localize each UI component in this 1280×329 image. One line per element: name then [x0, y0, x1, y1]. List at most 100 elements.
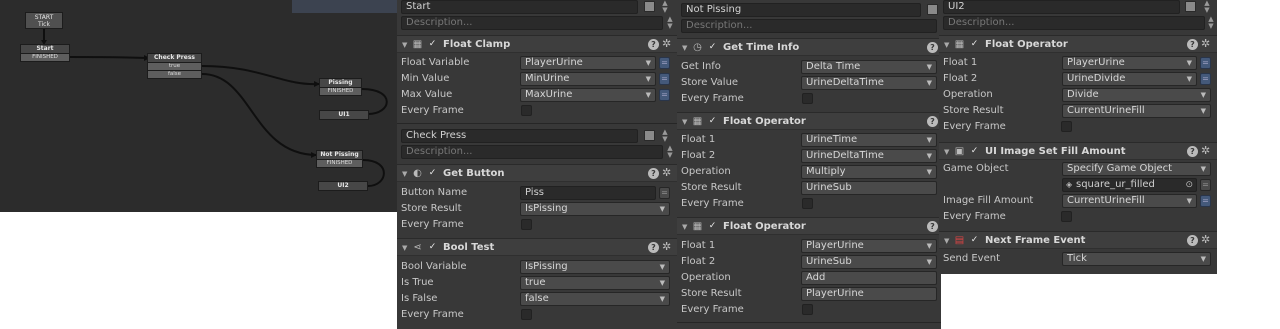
gear-icon[interactable]: ✲ — [1201, 233, 1210, 247]
min-value-dropdown[interactable]: MinUrine ▼ — [520, 72, 656, 86]
variable-toggle-button[interactable]: = — [1200, 195, 1211, 207]
store-result-dropdown[interactable]: UrineSub — [801, 181, 937, 195]
collapse-arrow-icon[interactable]: ▼ — [402, 244, 407, 252]
every-frame-checkbox[interactable] — [802, 304, 813, 315]
every-frame-checkbox[interactable] — [1061, 121, 1072, 132]
is-true-dropdown[interactable]: true ▼ — [520, 276, 670, 290]
variable-toggle-button[interactable]: = — [659, 187, 670, 199]
game-object-field[interactable]: ◈ square_ur_filled ⊙ — [1062, 178, 1197, 192]
action-header-get-time-info[interactable]: ▼ ◷ ✓ Get Time Info ? — [677, 38, 941, 56]
help-icon[interactable]: ? — [927, 116, 938, 127]
state-description-field[interactable]: Description... — [401, 145, 663, 159]
action-header-bool-test[interactable]: ▼ ⋖ ✓ Bool Test ? ✲ — [397, 238, 677, 256]
store-result-dropdown[interactable]: PlayerUrine — [801, 287, 937, 301]
collapse-arrow-icon[interactable]: ▼ — [944, 237, 949, 245]
collapse-arrow-icon[interactable]: ▼ — [682, 44, 687, 52]
variable-toggle-button[interactable]: = — [659, 73, 670, 85]
state-description-field[interactable]: Description... — [401, 16, 663, 30]
action-enabled-checkbox[interactable]: ✓ — [707, 116, 718, 127]
state-name-field[interactable]: Check Press — [401, 129, 638, 143]
state-name-field[interactable]: UI2 — [943, 0, 1180, 14]
variable-toggle-button[interactable]: = — [1200, 73, 1211, 85]
is-false-dropdown[interactable]: false ▼ — [520, 292, 670, 306]
every-frame-checkbox[interactable] — [521, 105, 532, 116]
action-enabled-checkbox[interactable]: ✓ — [427, 168, 438, 179]
state-order-arrows[interactable]: ▲ ▼ — [661, 0, 669, 14]
action-enabled-checkbox[interactable]: ✓ — [969, 39, 980, 50]
action-header-ui-image-set-fill-amount[interactable]: ▼ ▣ ✓ UI Image Set Fill Amount ? ✲ — [939, 142, 1217, 160]
state-event[interactable]: FINISHED — [319, 88, 362, 96]
description-scroll-arrows[interactable]: ▲ ▼ — [666, 16, 674, 30]
float-variable-dropdown[interactable]: PlayerUrine ▼ — [520, 56, 656, 70]
state-name-field[interactable]: Start — [401, 0, 638, 14]
store-result-dropdown[interactable]: CurrentUrineFill ▼ — [1062, 104, 1211, 118]
collapse-arrow-icon[interactable]: ▼ — [682, 223, 687, 231]
collapse-arrow-icon[interactable]: ▼ — [682, 118, 687, 126]
action-header-float-operator[interactable]: ▼ ▦ ✓ Float Operator ? — [677, 217, 941, 235]
help-icon[interactable]: ? — [1187, 235, 1198, 246]
action-enabled-checkbox[interactable]: ✓ — [427, 242, 438, 253]
object-picker-icon[interactable]: ⊙ — [1185, 179, 1193, 191]
action-enabled-checkbox[interactable]: ✓ — [969, 146, 980, 157]
gear-icon[interactable]: ✲ — [662, 166, 671, 180]
variable-toggle-button[interactable]: = — [1200, 179, 1211, 191]
state-event[interactable]: FINISHED — [20, 54, 70, 62]
image-fill-amount-dropdown[interactable]: CurrentUrineFill ▼ — [1062, 194, 1197, 208]
help-icon[interactable]: ? — [927, 42, 938, 53]
send-event-dropdown[interactable]: Tick ▼ — [1062, 252, 1211, 266]
action-enabled-checkbox[interactable]: ✓ — [969, 235, 980, 246]
float-2-dropdown[interactable]: UrineSub ▼ — [801, 255, 937, 269]
collapse-arrow-icon[interactable]: ▼ — [944, 41, 949, 49]
help-icon[interactable]: ? — [1187, 146, 1198, 157]
action-enabled-checkbox[interactable]: ✓ — [427, 39, 438, 50]
state-color-swatch[interactable] — [927, 4, 938, 15]
state-color-swatch[interactable] — [644, 1, 655, 12]
variable-toggle-button[interactable]: = — [659, 57, 670, 69]
gear-icon[interactable]: ✲ — [1201, 144, 1210, 158]
help-icon[interactable]: ? — [648, 242, 659, 253]
operation-dropdown[interactable]: Add — [801, 271, 937, 285]
gear-icon[interactable]: ✲ — [662, 240, 671, 254]
action-header-next-frame-event[interactable]: ▼ ▤ ✓ Next Frame Event ? ✲ — [939, 231, 1217, 249]
collapse-arrow-icon[interactable]: ▼ — [402, 41, 407, 49]
description-scroll-arrows[interactable]: ▲ ▼ — [666, 145, 674, 159]
state-node-not-pissing[interactable]: Not Pissing FINISHED — [316, 150, 363, 168]
state-description-field[interactable]: Description... — [681, 19, 937, 33]
get-info-dropdown[interactable]: Delta Time ▼ — [801, 60, 937, 74]
store-value-dropdown[interactable]: UrineDeltaTime ▼ — [801, 76, 937, 90]
game-object-dropdown[interactable]: Specify Game Object ▼ — [1062, 162, 1211, 176]
state-description-field[interactable]: Description... — [943, 16, 1205, 30]
state-event[interactable]: FINISHED — [316, 160, 363, 168]
state-event[interactable]: true — [147, 63, 202, 71]
state-node-ui2[interactable]: UI2 — [318, 181, 368, 191]
action-enabled-checkbox[interactable]: ✓ — [707, 42, 718, 53]
variable-toggle-button[interactable]: = — [1200, 57, 1211, 69]
max-value-dropdown[interactable]: MaxUrine ▼ — [520, 88, 656, 102]
gear-icon[interactable]: ✲ — [662, 37, 671, 51]
action-header-float-clamp[interactable]: ▼ ▦ ✓ Float Clamp ? ✲ — [397, 35, 677, 53]
gear-icon[interactable]: ✲ — [1201, 37, 1210, 51]
operation-dropdown[interactable]: Divide ▼ — [1062, 88, 1211, 102]
every-frame-checkbox[interactable] — [521, 309, 532, 320]
state-order-arrows[interactable]: ▲ ▼ — [1203, 0, 1211, 14]
help-icon[interactable]: ? — [1187, 39, 1198, 50]
collapse-arrow-icon[interactable]: ▼ — [944, 148, 949, 156]
state-node-ui1[interactable]: UI1 — [319, 110, 369, 120]
state-color-swatch[interactable] — [644, 130, 655, 141]
state-node-check-press[interactable]: Check Press true false — [147, 53, 202, 79]
variable-toggle-button[interactable]: = — [659, 89, 670, 101]
help-icon[interactable]: ? — [927, 221, 938, 232]
fsm-graph-canvas[interactable]: START Tick Start FINISHED Check Press tr… — [0, 0, 397, 212]
help-icon[interactable]: ? — [648, 168, 659, 179]
collapse-arrow-icon[interactable]: ▼ — [402, 170, 407, 178]
every-frame-checkbox[interactable] — [521, 219, 532, 230]
button-name-input[interactable]: Piss — [520, 186, 656, 200]
help-icon[interactable]: ? — [648, 39, 659, 50]
action-header-float-operator[interactable]: ▼ ▦ ✓ Float Operator ? ✲ — [939, 35, 1217, 53]
every-frame-checkbox[interactable] — [1061, 211, 1072, 222]
state-color-swatch[interactable] — [1185, 1, 1196, 12]
start-event-node[interactable]: START Tick — [25, 12, 63, 29]
state-node-start[interactable]: Start FINISHED — [20, 44, 70, 62]
bool-variable-dropdown[interactable]: IsPissing ▼ — [520, 260, 670, 274]
state-name-field[interactable]: Not Pissing — [681, 3, 921, 17]
